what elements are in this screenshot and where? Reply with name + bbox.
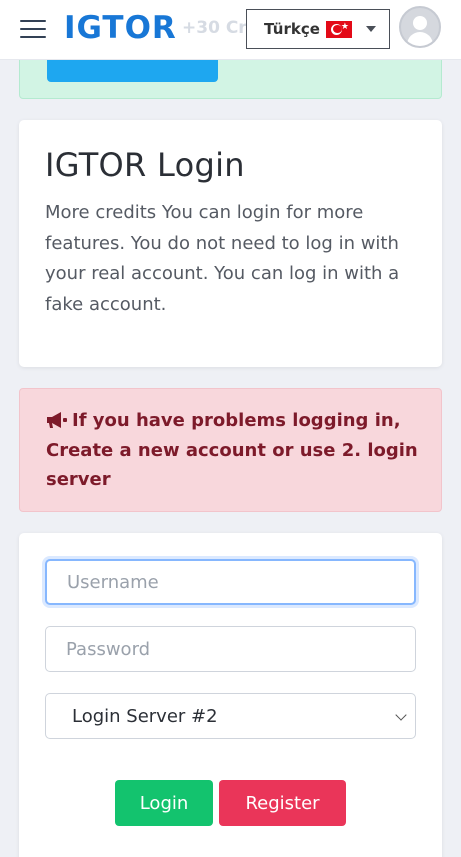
alert-text: If you have problems logging in, Create … [46,410,418,490]
language-dropdown[interactable]: Türkçe ★ [246,9,390,49]
password-placeholder: Password [66,638,151,660]
caret-down-icon [365,26,376,32]
login-server-select[interactable]: Login Server #2 [45,693,416,739]
chevron-down-icon [395,709,407,721]
login-info-card: IGTOR Login More credits You can login f… [19,120,442,367]
username-placeholder: Username [67,571,159,593]
info-text: More credits You can login for more feat… [45,202,400,315]
language-label: Türkçe [264,20,320,38]
register-button[interactable]: Register [219,780,346,826]
site-logo[interactable]: IGTOR [64,10,177,46]
user-avatar[interactable] [399,6,441,48]
login-form-card: Username Password Login Server #2 Login … [19,533,442,857]
megaphone-icon [47,412,67,428]
password-input[interactable]: Password [45,626,416,672]
login-alert: If you have problems logging in, Create … [19,388,442,512]
page-title: IGTOR Login [45,146,245,184]
server-selected-value: Login Server #2 [72,705,218,727]
login-button[interactable]: Login [115,780,213,826]
menu-icon[interactable] [20,20,46,38]
username-input[interactable]: Username [45,559,416,605]
turkey-flag-icon: ★ [325,20,352,38]
top-navbar: +30 Cre IGTOR Türkçe ★ [0,0,461,60]
